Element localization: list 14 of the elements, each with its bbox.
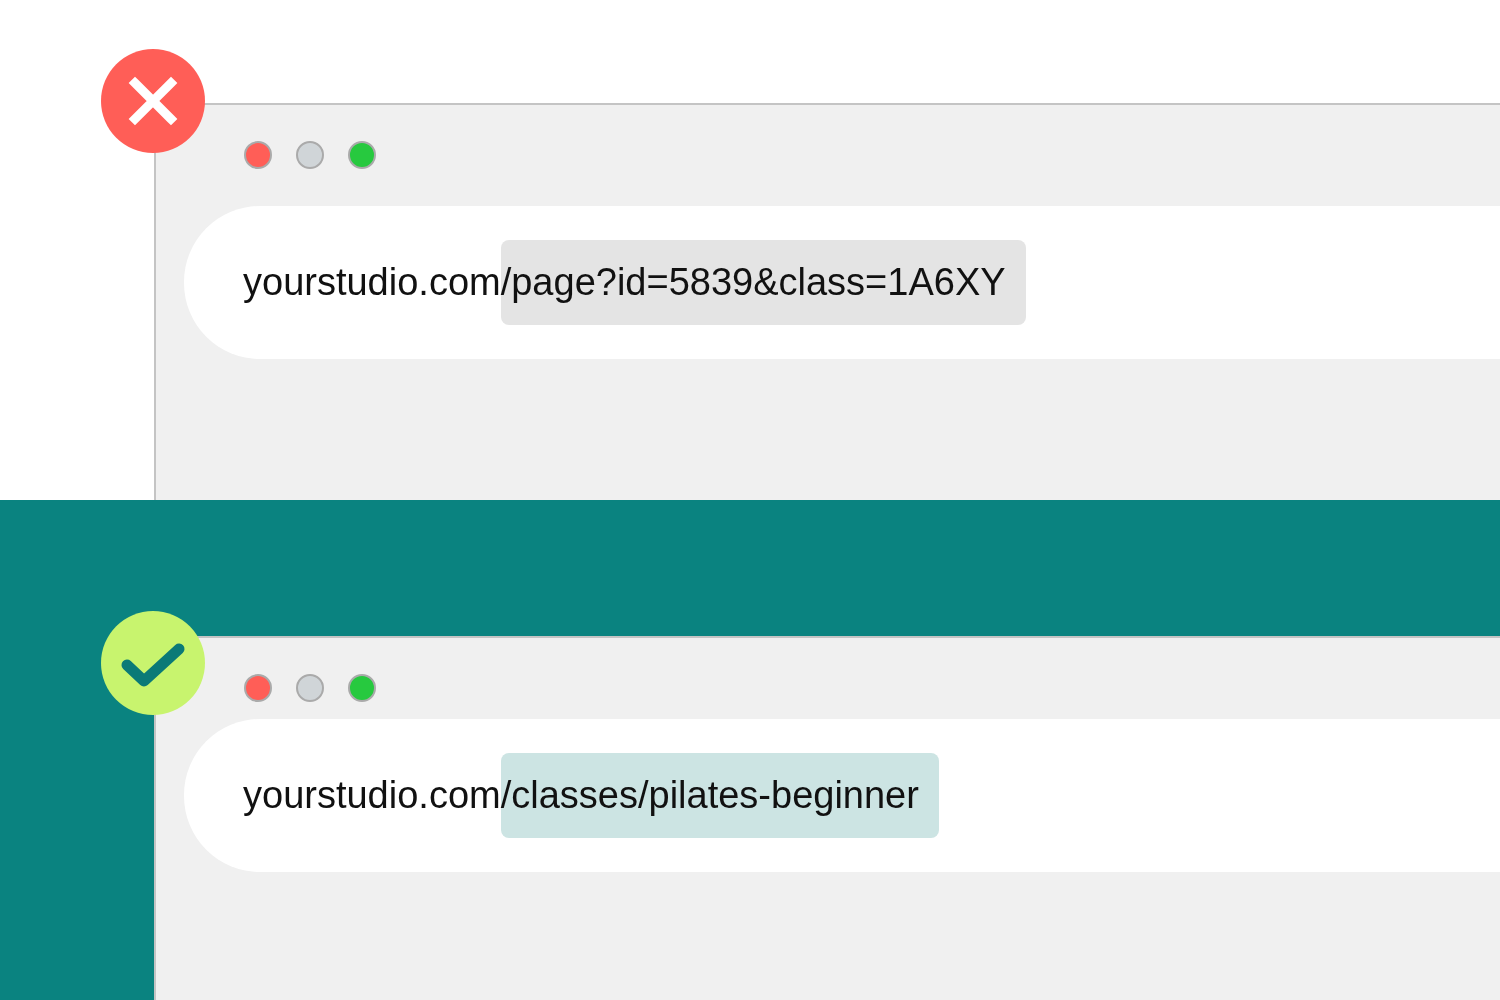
close-icon	[130, 78, 176, 124]
maximize-dot-icon[interactable]	[348, 141, 376, 169]
address-bar[interactable]: yourstudio.com/page?id=5839&class=1A6XY	[184, 206, 1500, 359]
url-path: /classes/pilates-beginner	[500, 753, 939, 838]
check-icon	[121, 643, 185, 687]
maximize-dot-icon[interactable]	[348, 674, 376, 702]
close-dot-icon[interactable]	[244, 141, 272, 169]
minimize-dot-icon[interactable]	[296, 141, 324, 169]
url-path: /page?id=5839&class=1A6XY	[500, 240, 1026, 325]
minimize-dot-icon[interactable]	[296, 674, 324, 702]
close-dot-icon[interactable]	[244, 674, 272, 702]
url-domain: yourstudio.com	[243, 773, 501, 818]
url-domain: yourstudio.com	[243, 260, 501, 305]
address-bar[interactable]: yourstudio.com/classes/pilates-beginner	[184, 719, 1500, 872]
